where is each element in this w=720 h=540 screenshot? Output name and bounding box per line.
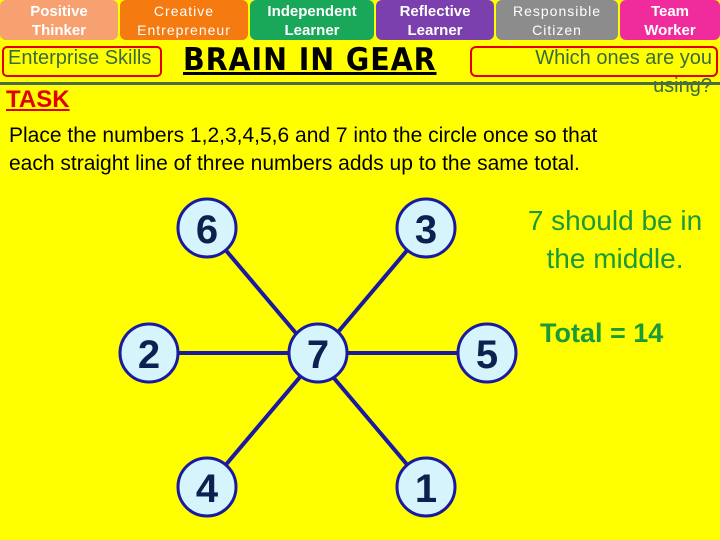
hint-line-1: 7 should be in — [527, 205, 703, 236]
node-right: 5 — [456, 322, 518, 384]
answer-hint: 7 should be in the middle. — [505, 202, 720, 278]
node-value: 4 — [196, 467, 219, 511]
node-value: 1 — [415, 467, 437, 511]
node-bottom-left: 4 — [176, 456, 238, 518]
node-value: 5 — [476, 333, 498, 377]
node-value: 7 — [307, 333, 329, 377]
node-top-left: 6 — [176, 197, 238, 259]
node-bottom-right: 1 — [395, 456, 457, 518]
node-value: 2 — [138, 333, 160, 377]
node-center: 7 — [287, 322, 349, 384]
node-left: 2 — [118, 322, 180, 384]
node-top-right: 3 — [395, 197, 457, 259]
answer-total: Total = 14 — [540, 318, 664, 348]
hint-line-2: the middle. — [546, 243, 684, 274]
node-value: 6 — [196, 208, 218, 252]
node-value: 3 — [415, 208, 437, 252]
